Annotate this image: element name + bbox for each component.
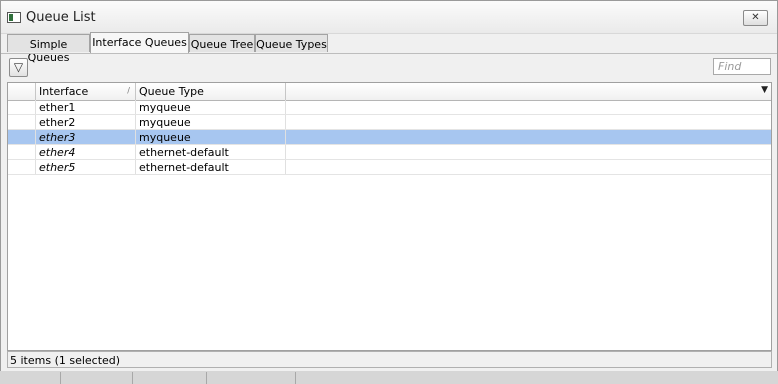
taskbar-strip (0, 371, 778, 384)
title-bar[interactable]: Queue List ✕ (1, 1, 777, 34)
row-marker (8, 130, 36, 144)
status-text: 5 items (1 selected) (10, 354, 121, 367)
table-row-selected[interactable]: ether3 myqueue (8, 130, 771, 145)
window-icon (7, 12, 21, 23)
table-row[interactable]: ether1 myqueue (8, 100, 771, 115)
taskbar-divider (206, 372, 207, 384)
cell-interface: ether3 (36, 130, 136, 144)
filter-icon: ▽ (13, 60, 24, 74)
cell-interface: ether4 (36, 145, 136, 159)
column-label-queue-type: Queue Type (139, 85, 204, 98)
row-marker (8, 100, 36, 114)
close-button[interactable]: ✕ (743, 10, 768, 26)
table-row[interactable]: ether5 ethernet-default (8, 160, 771, 175)
filter-button[interactable]: ▽ (9, 58, 28, 77)
cell-interface: ether5 (36, 160, 136, 174)
interface-queues-table: Interface / Queue Type ▼ ether1 myqueue … (7, 82, 772, 351)
cell-queue-type: ethernet-default (136, 160, 286, 174)
taskbar-divider (60, 372, 61, 384)
cell-queue-type: myqueue (136, 115, 286, 129)
find-input[interactable] (713, 58, 771, 75)
cell-queue-type: myqueue (136, 130, 286, 144)
close-icon: ✕ (751, 12, 760, 23)
table-row[interactable]: ether4 ethernet-default (8, 145, 771, 160)
cell-queue-type: myqueue (136, 100, 286, 114)
column-header-interface[interactable]: Interface / (36, 83, 136, 100)
cell-interface: ether2 (36, 115, 136, 129)
row-marker (8, 160, 36, 174)
toolbar-divider (1, 53, 777, 54)
cell-interface: ether1 (36, 100, 136, 114)
column-menu-dropdown-icon[interactable]: ▼ (761, 85, 768, 95)
table-row[interactable]: ether2 myqueue (8, 115, 771, 130)
tab-queue-types[interactable]: Queue Types (255, 34, 328, 52)
row-marker (8, 115, 36, 129)
cell-queue-type: ethernet-default (136, 145, 286, 159)
column-header-empty: ▼ (286, 83, 771, 100)
taskbar-divider (295, 372, 296, 384)
column-header-queue-type[interactable]: Queue Type (136, 83, 286, 100)
tab-queue-tree[interactable]: Queue Tree (189, 34, 255, 52)
tab-simple-queues[interactable]: Simple Queues (7, 34, 90, 64)
tab-interface-queues[interactable]: Interface Queues (90, 32, 189, 53)
window-title: Queue List (26, 10, 96, 25)
row-marker-column-header[interactable] (8, 83, 36, 100)
sort-ascending-icon: / (127, 86, 130, 95)
row-marker (8, 145, 36, 159)
queue-list-window: Queue List ✕ Simple Queues Interface Que… (0, 0, 778, 372)
taskbar-divider (132, 372, 133, 384)
column-label-interface: Interface (39, 85, 89, 98)
table-header: Interface / Queue Type ▼ (8, 83, 771, 101)
status-bar: 5 items (1 selected) (7, 351, 772, 368)
